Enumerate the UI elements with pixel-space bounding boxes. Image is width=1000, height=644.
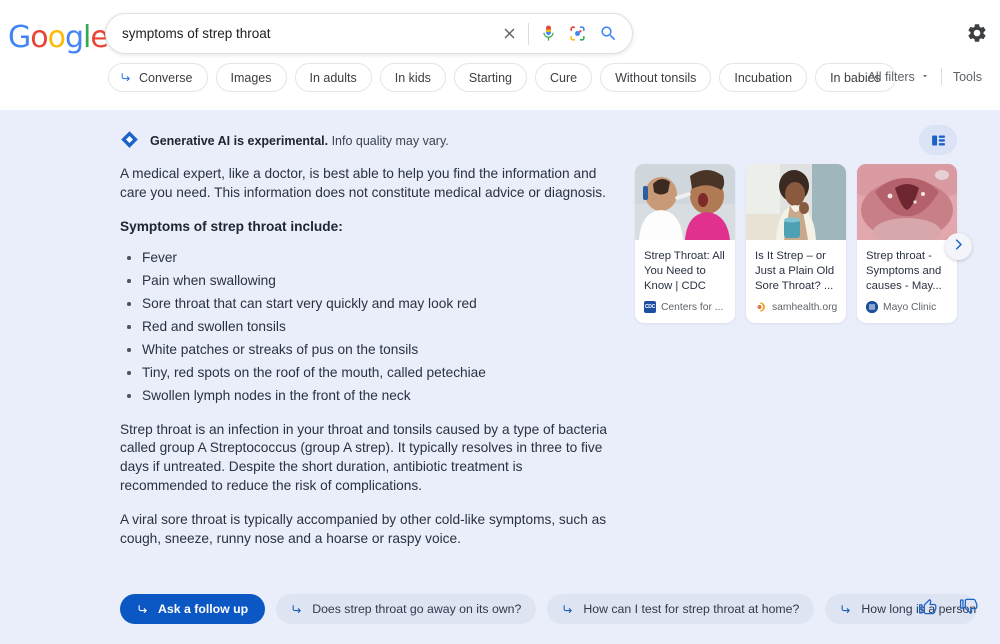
microphone-icon[interactable] — [539, 24, 558, 43]
chevron-down-icon — [920, 70, 930, 84]
list-item: Fever — [120, 249, 610, 267]
filter-chip-label: Cure — [550, 71, 577, 85]
card-thumbnail — [635, 164, 735, 240]
card-title: Is It Strep – or Just a Plain Old Sore T… — [746, 240, 846, 298]
ai-disclaimer-rest: Info quality may vary. — [328, 134, 449, 148]
search-input[interactable] — [122, 26, 501, 41]
tools-button[interactable]: Tools — [953, 70, 982, 84]
filter-chip-starting[interactable]: Starting — [454, 63, 527, 92]
filters-divider — [941, 68, 942, 85]
search-icon[interactable] — [599, 24, 618, 43]
filter-chips-row: Converse Images In adults In kids Starti… — [108, 63, 896, 92]
sparkle-diamond-icon — [120, 130, 139, 152]
feedback-group — [918, 597, 978, 616]
filter-chip-label: Incubation — [734, 71, 792, 85]
cdc-favicon: CDC — [644, 301, 656, 313]
card-source-label: samhealth.org — [772, 302, 837, 313]
card-title: Strep throat - Symptoms and causes - May… — [857, 240, 957, 298]
card-source: Mayo Clinic — [857, 298, 957, 323]
filter-chip-incubation[interactable]: Incubation — [719, 63, 807, 92]
list-item: Sore throat that can start very quickly … — [120, 295, 610, 313]
ai-disclaimer-bold: Generative AI is experimental. — [150, 134, 328, 148]
filters-right-group: All filters Tools — [868, 68, 982, 85]
all-filters-label: All filters — [868, 70, 915, 84]
filter-chip-label: Images — [231, 71, 272, 85]
layout-columns-icon[interactable] — [919, 125, 957, 155]
filter-chip-cure[interactable]: Cure — [535, 63, 592, 92]
carousel-next-button[interactable] — [945, 233, 972, 260]
ai-answer-body: A medical expert, like a doctor, is best… — [120, 165, 610, 565]
filter-chip-images[interactable]: Images — [216, 63, 287, 92]
close-icon[interactable] — [501, 25, 518, 42]
list-item: White patches or streaks of pus on the t… — [120, 341, 610, 359]
samhealth-favicon — [755, 301, 767, 313]
arrow-turn-icon — [120, 71, 133, 84]
followup-suggestion-1[interactable]: Does strep throat go away on its own? — [276, 594, 536, 624]
page-header: Google — [0, 0, 1000, 110]
list-item: Red and swollen tonsils — [120, 318, 610, 336]
arrow-turn-icon — [137, 603, 150, 616]
list-item: Pain when swallowing — [120, 272, 610, 290]
card-title: Strep Throat: All You Need to Know | CDC — [635, 240, 735, 298]
filter-chip-converse[interactable]: Converse — [108, 63, 208, 92]
filter-chip-label: Converse — [139, 71, 193, 85]
source-card[interactable]: Strep Throat: All You Need to Know | CDC… — [635, 164, 735, 323]
followup-bar: Ask a follow up Does strep throat go awa… — [120, 594, 977, 624]
logo-letter: o — [48, 20, 65, 55]
arrow-turn-icon — [291, 603, 304, 616]
filter-chip-label: In kids — [395, 71, 431, 85]
thumb-up-icon[interactable] — [918, 597, 937, 616]
list-item: Swollen lymph nodes in the front of the … — [120, 387, 610, 405]
mayo-clinic-favicon — [866, 301, 878, 313]
ai-paragraph-3: A viral sore throat is typically accompa… — [120, 511, 610, 548]
card-thumbnail — [746, 164, 846, 240]
followup-suggestion-label: How can I test for strep throat at home? — [583, 602, 799, 616]
search-divider — [528, 23, 529, 45]
logo-letter: G — [8, 20, 30, 55]
arrow-turn-icon — [562, 603, 575, 616]
tools-label: Tools — [953, 70, 982, 84]
ask-a-follow-up-button[interactable]: Ask a follow up — [120, 594, 265, 624]
filter-chip-label: Without tonsils — [615, 71, 696, 85]
list-item: Tiny, red spots on the roof of the mouth… — [120, 364, 610, 382]
all-filters-button[interactable]: All filters — [868, 70, 930, 84]
ask-a-follow-up-label: Ask a follow up — [158, 602, 248, 616]
filter-chip-in-kids[interactable]: In kids — [380, 63, 446, 92]
logo-letter: o — [30, 20, 47, 55]
card-source-label: Mayo Clinic — [883, 302, 936, 313]
symptoms-list: Fever Pain when swallowing Sore throat t… — [120, 249, 610, 405]
logo-letter: g — [65, 20, 83, 55]
ai-paragraph-2: Strep throat is an infection in your thr… — [120, 421, 610, 496]
filter-chip-without-tonsils[interactable]: Without tonsils — [600, 63, 711, 92]
thumb-down-icon[interactable] — [959, 597, 978, 616]
source-card[interactable]: Is It Strep – or Just a Plain Old Sore T… — [746, 164, 846, 323]
settings-gear-icon[interactable] — [966, 22, 990, 46]
card-source-label: Centers for ... — [661, 302, 723, 313]
card-source: samhealth.org — [746, 298, 846, 323]
filter-chip-in-adults[interactable]: In adults — [295, 63, 372, 92]
card-source: CDC Centers for ... — [635, 298, 735, 323]
search-bar[interactable] — [105, 13, 633, 54]
card-thumbnail — [857, 164, 957, 240]
google-logo[interactable]: Google — [8, 20, 108, 55]
arrow-turn-icon — [840, 603, 853, 616]
followup-suggestion-2[interactable]: How can I test for strep throat at home? — [547, 594, 814, 624]
source-card[interactable]: Strep throat - Symptoms and causes - May… — [857, 164, 957, 323]
chevron-right-icon — [951, 237, 966, 257]
ai-intro-paragraph: A medical expert, like a doctor, is best… — [120, 165, 610, 202]
source-cards-carousel: Strep Throat: All You Need to Know | CDC… — [635, 164, 957, 323]
ai-list-heading: Symptoms of strep throat include: — [120, 218, 610, 237]
filter-chip-label: Starting — [469, 71, 512, 85]
filter-chip-label: In adults — [310, 71, 357, 85]
google-lens-icon[interactable] — [568, 24, 587, 43]
followup-suggestion-label: Does strep throat go away on its own? — [312, 602, 521, 616]
ai-disclaimer: Generative AI is experimental. Info qual… — [120, 130, 449, 152]
